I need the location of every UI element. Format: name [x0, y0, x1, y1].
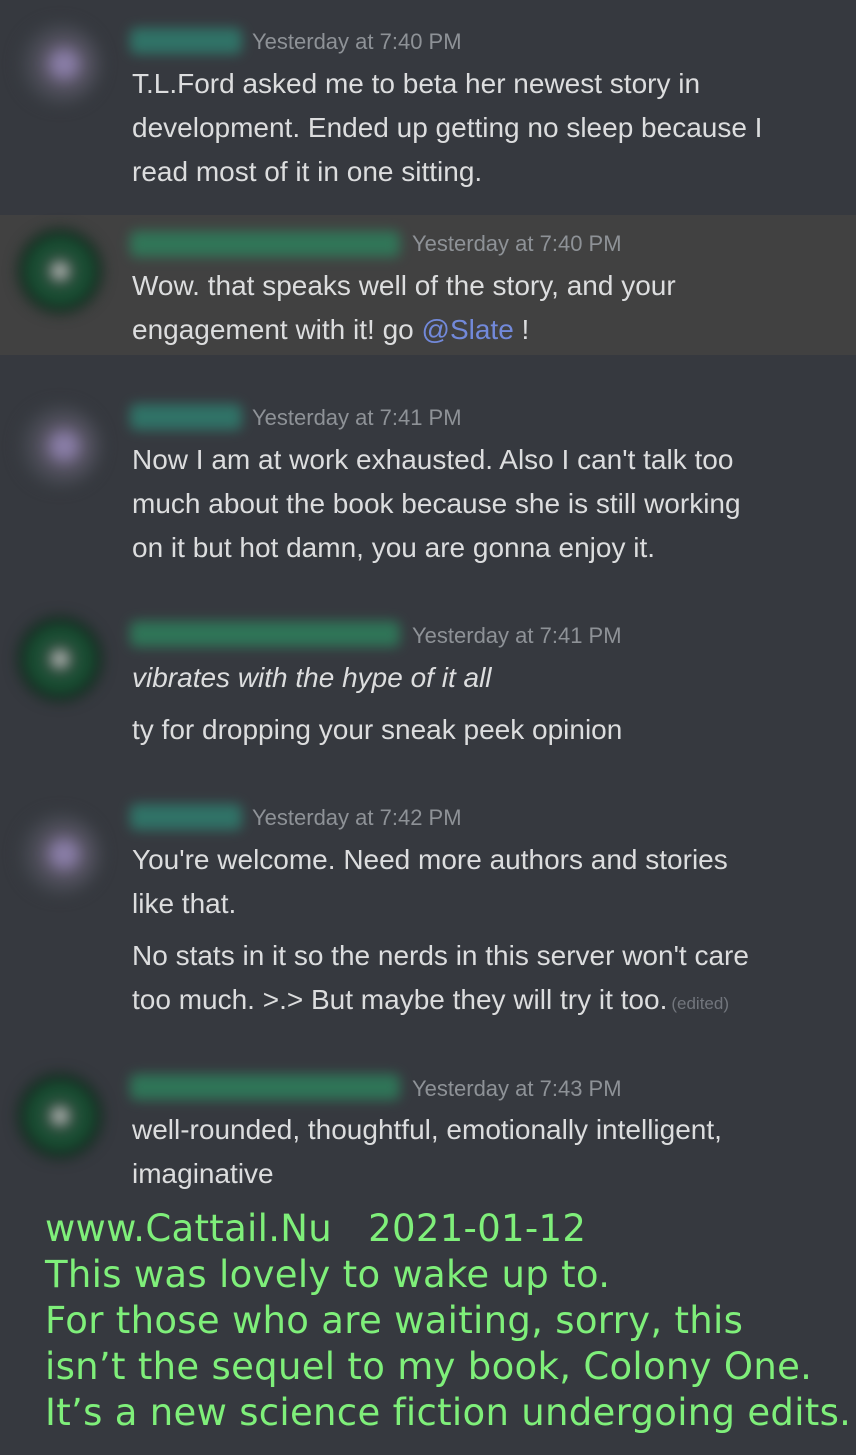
caption-line: For those who are waiting, sorry, this	[45, 1299, 744, 1342]
caption-line: This was lovely to wake up to.	[45, 1253, 611, 1296]
message-text-part: engagement with it! go	[132, 314, 422, 345]
timestamp: Yesterday at 7:40 PM	[252, 29, 462, 54]
message-5: Yesterday at 7:42 PM You're welcome. Nee…	[0, 790, 856, 1040]
message-text: vibrates with the hype of it all	[132, 656, 492, 700]
author-name-blurred[interactable]	[130, 28, 242, 54]
timestamp: Yesterday at 7:41 PM	[412, 623, 622, 648]
caption-line: It’s a new science fiction undergoing ed…	[45, 1391, 852, 1434]
avatar[interactable]	[18, 404, 102, 488]
avatar[interactable]	[18, 229, 102, 313]
message-text: read most of it in one sitting.	[132, 156, 483, 187]
message-text: too much. >.> But maybe they will try it…	[132, 978, 729, 1026]
message-text-part: too much. >.> But maybe they will try it…	[132, 984, 668, 1015]
caption-line: www.Cattail.Nu 2021-01-12	[45, 1207, 587, 1250]
author-name-blurred[interactable]	[130, 804, 242, 830]
timestamp: Yesterday at 7:43 PM	[412, 1076, 622, 1101]
caption-line: isn’t the sequel to my book, Colony One.	[45, 1345, 813, 1388]
message-text: imaginative	[132, 1158, 274, 1189]
message-text: much about the book because she is still…	[132, 488, 741, 519]
author-name-blurred[interactable]	[130, 621, 400, 647]
author-name-blurred[interactable]	[130, 404, 242, 430]
message-text: Now I am at work exhausted. Also I can't…	[132, 444, 734, 475]
message-text-part: !	[513, 314, 530, 345]
message-1: Yesterday at 7:40 PM T.L.Ford asked me t…	[0, 0, 856, 215]
author-name-blurred[interactable]	[130, 231, 400, 257]
timestamp: Yesterday at 7:41 PM	[252, 405, 462, 430]
message-4: Yesterday at 7:41 PM vibrates with the h…	[0, 605, 856, 765]
italic-action-text: vibrates with the hype of it all	[132, 662, 492, 693]
message-text: ty for dropping your sneak peek opinion	[132, 714, 623, 745]
message-6: Yesterday at 7:43 PM well-rounded, thoug…	[0, 1060, 856, 1210]
message-text: well-rounded, thoughtful, emotionally in…	[132, 1114, 722, 1145]
message-text: Wow. that speaks well of the story, and …	[132, 270, 676, 301]
author-name-blurred[interactable]	[130, 1074, 400, 1100]
message-text: development. Ended up getting no sleep b…	[132, 112, 763, 143]
message-2-highlighted: Yesterday at 7:40 PM Wow. that speaks we…	[0, 215, 856, 355]
avatar[interactable]	[18, 22, 102, 106]
timestamp: Yesterday at 7:42 PM	[252, 805, 462, 830]
avatar[interactable]	[18, 1074, 102, 1158]
message-text: T.L.Ford asked me to beta her newest sto…	[132, 68, 701, 99]
timestamp: Yesterday at 7:40 PM	[412, 231, 622, 256]
user-mention[interactable]: @Slate	[422, 314, 514, 345]
message-text: engagement with it! go @Slate !	[132, 308, 529, 352]
avatar[interactable]	[18, 617, 102, 701]
message-text: on it but hot damn, you are gonna enjoy …	[132, 532, 656, 563]
edited-indicator: (edited)	[671, 994, 729, 1013]
message-3: Yesterday at 7:41 PM Now I am at work ex…	[0, 390, 856, 590]
message-text: You're welcome. Need more authors and st…	[132, 844, 728, 875]
message-text: No stats in it so the nerds in this serv…	[132, 940, 749, 971]
message-text: like that.	[132, 888, 237, 919]
avatar[interactable]	[18, 812, 102, 896]
